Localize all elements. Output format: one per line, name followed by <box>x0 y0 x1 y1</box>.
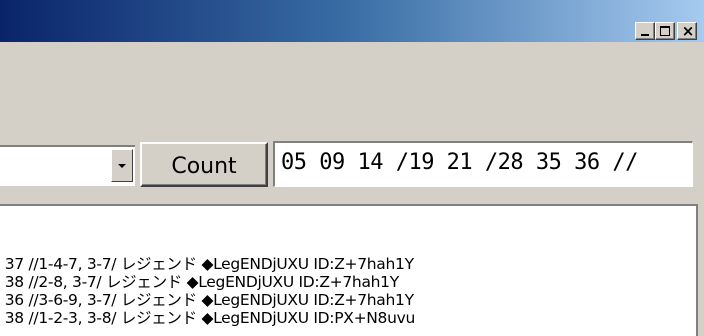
maximize-button[interactable] <box>655 22 675 40</box>
maximize-icon <box>660 26 670 36</box>
chevron-down-icon[interactable] <box>111 149 133 182</box>
close-icon: × <box>681 22 695 40</box>
log-textarea[interactable]: : 37 //1-4-7, 3-7/ レジェンド ◆LegENDjUXU ID:… <box>0 204 698 336</box>
count-button[interactable]: Count <box>140 142 268 187</box>
combo-box[interactable] <box>0 145 135 186</box>
caption-buttons: × <box>635 22 697 40</box>
log-line: : 36 //3-6-9, 3-7/ レジェンド ◆LegENDjUXU ID:… <box>0 291 414 309</box>
minimize-button[interactable] <box>635 22 655 40</box>
minimize-icon <box>641 34 649 36</box>
log-line: : 38 //2-8, 3-7/ レジェンド ◆LegENDjUXU ID:Z+… <box>0 273 399 291</box>
window-titlebar[interactable]: × <box>0 0 704 42</box>
log-line: : 38 //1-2-3, 3-8/ レジェンド ◆LegENDjUXU ID:… <box>0 309 416 327</box>
close-button[interactable]: × <box>677 22 697 40</box>
log-line: : 37 //1-4-7, 3-7/ レジェンド ◆LegENDjUXU ID:… <box>0 255 414 273</box>
numbers-field[interactable]: 05 09 14 /19 21 /28 35 36 // <box>273 141 693 187</box>
